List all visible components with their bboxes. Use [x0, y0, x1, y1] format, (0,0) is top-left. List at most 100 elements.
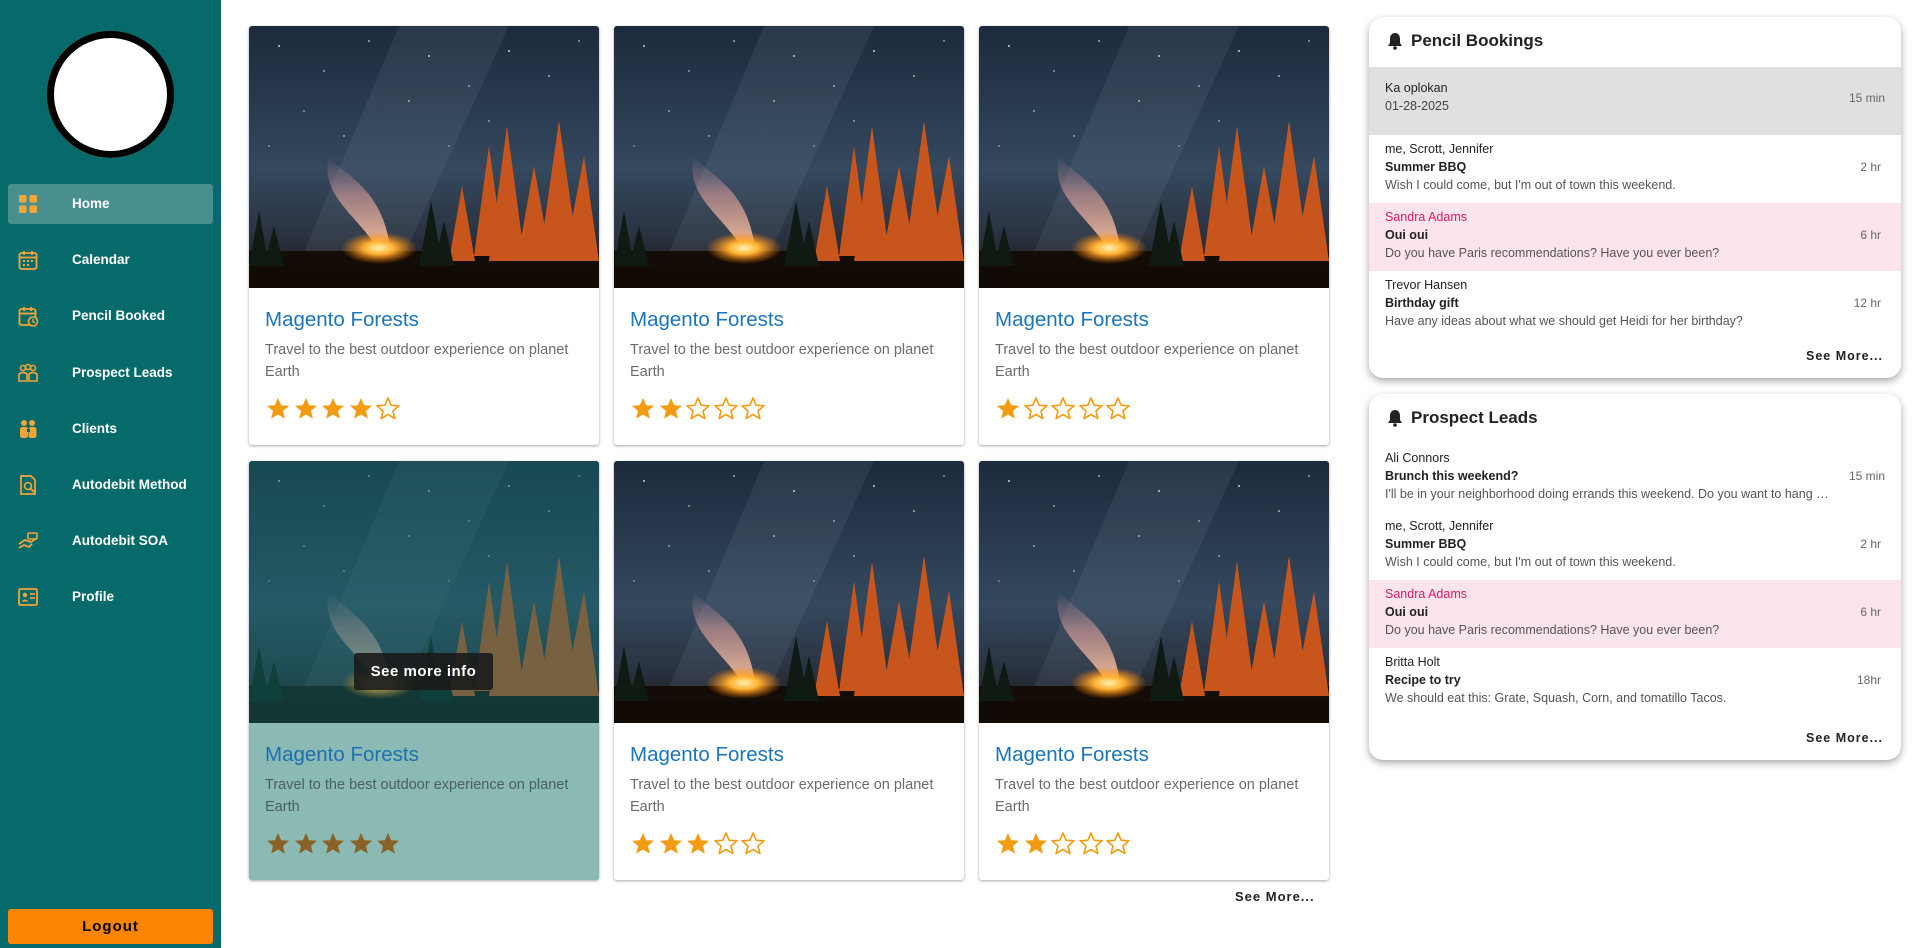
message-preview: Wish I could come, but I'm out of town t…	[1385, 555, 1676, 569]
clients-icon	[20, 419, 37, 438]
message-time: 12 hr	[1853, 296, 1881, 310]
message-subject: Oui oui	[1385, 605, 1429, 619]
star-filled-icon[interactable]	[658, 396, 684, 420]
card-description: Travel to the best outdoor experience on…	[630, 777, 934, 815]
star-empty-icon[interactable]	[1078, 396, 1104, 420]
message-sender: Trevor Hansen	[1385, 278, 1468, 292]
star-rating[interactable]	[265, 831, 403, 855]
star-rating[interactable]	[630, 831, 768, 855]
sidebar-item-autodebit-soa[interactable]: Autodebit SOA	[8, 521, 213, 561]
booking-date: 01-28-2025	[1385, 99, 1449, 113]
sidebar-nav: Home Calendar Pencil Booked Prospect Lea…	[8, 184, 213, 634]
star-empty-icon[interactable]	[1105, 831, 1131, 855]
sidebar-item-profile[interactable]: Profile	[8, 577, 213, 617]
destination-card[interactable]: Magento Forests Travel to the best outdo…	[614, 26, 964, 445]
message-sender: Sandra Adams	[1385, 587, 1467, 601]
pencil-bookings-see-more-link[interactable]: See More...	[1806, 349, 1883, 363]
panel-header: Pencil Bookings	[1385, 31, 1543, 51]
star-rating[interactable]	[995, 396, 1133, 420]
message-sender: me, Scrott, Jennifer	[1385, 142, 1494, 156]
star-filled-icon[interactable]	[348, 831, 374, 855]
sidebar-item-label: Autodebit Method	[72, 476, 187, 492]
card-title[interactable]: Magento Forests	[630, 308, 784, 332]
destination-card[interactable]: Magento Forests Travel to the best outdo…	[979, 26, 1329, 445]
message-preview: Do you have Paris recommendations? Have …	[1385, 246, 1720, 260]
sidebar-item-home[interactable]: Home	[8, 184, 213, 224]
booking-item[interactable]: Trevor Hansen Birthday gift Have any ide…	[1369, 271, 1901, 339]
sidebar-item-label: Autodebit SOA	[72, 533, 168, 549]
star-rating[interactable]	[995, 831, 1133, 855]
calendar-icon	[18, 251, 38, 271]
sidebar-item-label: Calendar	[72, 252, 130, 268]
card-title[interactable]: Magento Forests	[265, 743, 419, 767]
star-filled-icon[interactable]	[630, 831, 656, 855]
destination-card[interactable]: Magento Forests Travel to the best outdo…	[614, 461, 964, 880]
star-empty-icon[interactable]	[1050, 396, 1076, 420]
card-description: Travel to the best outdoor experience on…	[630, 342, 934, 380]
message-subject: Oui oui	[1385, 228, 1429, 242]
booking-item[interactable]: Sandra Adams Oui oui Do you have Paris r…	[1369, 203, 1901, 271]
star-rating[interactable]	[265, 396, 403, 420]
card-title[interactable]: Magento Forests	[630, 743, 784, 767]
card-title[interactable]: Magento Forests	[995, 743, 1149, 767]
star-filled-icon[interactable]	[320, 831, 346, 855]
star-filled-icon[interactable]	[658, 831, 684, 855]
profile-card-icon	[18, 588, 38, 607]
booking-item[interactable]: Ka oplokan 01-28-2025 15 min	[1369, 67, 1901, 135]
star-filled-icon[interactable]	[265, 396, 291, 420]
star-rating[interactable]	[630, 396, 768, 420]
star-filled-icon[interactable]	[293, 831, 319, 855]
destination-card[interactable]: Magento Forests Travel to the best outdo…	[979, 461, 1329, 880]
message-sender: Sandra Adams	[1385, 210, 1467, 224]
star-filled-icon[interactable]	[320, 396, 346, 420]
lead-item[interactable]: Britta Holt Recipe to try We should eat …	[1369, 648, 1901, 716]
star-empty-icon[interactable]	[1105, 396, 1131, 420]
star-empty-icon[interactable]	[1023, 396, 1049, 420]
booking-item[interactable]: me, Scrott, Jennifer Summer BBQ Wish I c…	[1369, 135, 1901, 203]
sidebar-item-pencil-booked[interactable]: Pencil Booked	[8, 296, 213, 336]
star-filled-icon[interactable]	[1023, 831, 1049, 855]
lead-item[interactable]: me, Scrott, Jennifer Summer BBQ Wish I c…	[1369, 512, 1901, 580]
message-subject: Recipe to try	[1385, 673, 1461, 687]
star-empty-icon[interactable]	[713, 831, 739, 855]
logout-button[interactable]: Logout	[8, 909, 213, 944]
star-empty-icon[interactable]	[685, 396, 711, 420]
prospect-leads-see-more-link[interactable]: See More...	[1806, 731, 1883, 745]
avatar[interactable]	[47, 31, 174, 158]
sidebar: Home Calendar Pencil Booked Prospect Lea…	[0, 0, 221, 948]
star-filled-icon[interactable]	[348, 396, 374, 420]
message-sender: Britta Holt	[1385, 655, 1440, 669]
card-image	[614, 26, 964, 288]
star-filled-icon[interactable]	[630, 396, 656, 420]
card-title[interactable]: Magento Forests	[265, 308, 419, 332]
destination-card-hovered[interactable]: See more info Magento Forests Travel to …	[249, 461, 599, 880]
card-description: Travel to the best outdoor experience on…	[995, 342, 1299, 380]
star-empty-icon[interactable]	[375, 396, 401, 420]
destination-card[interactable]: Magento Forests Travel to the best outdo…	[249, 26, 599, 445]
booking-name: Ka oplokan	[1385, 81, 1448, 95]
see-more-info-button[interactable]: See more info	[354, 653, 493, 690]
lead-item[interactable]: Sandra Adams Oui oui Do you have Paris r…	[1369, 580, 1901, 648]
star-empty-icon[interactable]	[713, 396, 739, 420]
star-empty-icon[interactable]	[1078, 831, 1104, 855]
bell-icon	[1388, 33, 1402, 50]
star-filled-icon[interactable]	[995, 396, 1021, 420]
star-empty-icon[interactable]	[740, 831, 766, 855]
sidebar-item-prospect-leads[interactable]: Prospect Leads	[8, 353, 213, 393]
star-filled-icon[interactable]	[995, 831, 1021, 855]
sidebar-item-clients[interactable]: Clients	[8, 409, 213, 449]
card-image	[249, 26, 599, 288]
lead-item[interactable]: Ali Connors Brunch this weekend? I'll be…	[1369, 444, 1901, 512]
cards-see-more-link[interactable]: See More...	[1235, 889, 1315, 904]
star-filled-icon[interactable]	[685, 831, 711, 855]
message-subject: Brunch this weekend?	[1385, 469, 1519, 483]
star-empty-icon[interactable]	[1050, 831, 1076, 855]
star-empty-icon[interactable]	[740, 396, 766, 420]
sidebar-item-autodebit-method[interactable]: Autodebit Method	[8, 465, 213, 505]
card-title[interactable]: Magento Forests	[995, 308, 1149, 332]
star-filled-icon[interactable]	[375, 831, 401, 855]
star-filled-icon[interactable]	[293, 396, 319, 420]
star-filled-icon[interactable]	[265, 831, 291, 855]
sidebar-item-calendar[interactable]: Calendar	[8, 240, 213, 280]
message-preview: I'll be in your neighborhood doing erran…	[1385, 487, 1830, 501]
